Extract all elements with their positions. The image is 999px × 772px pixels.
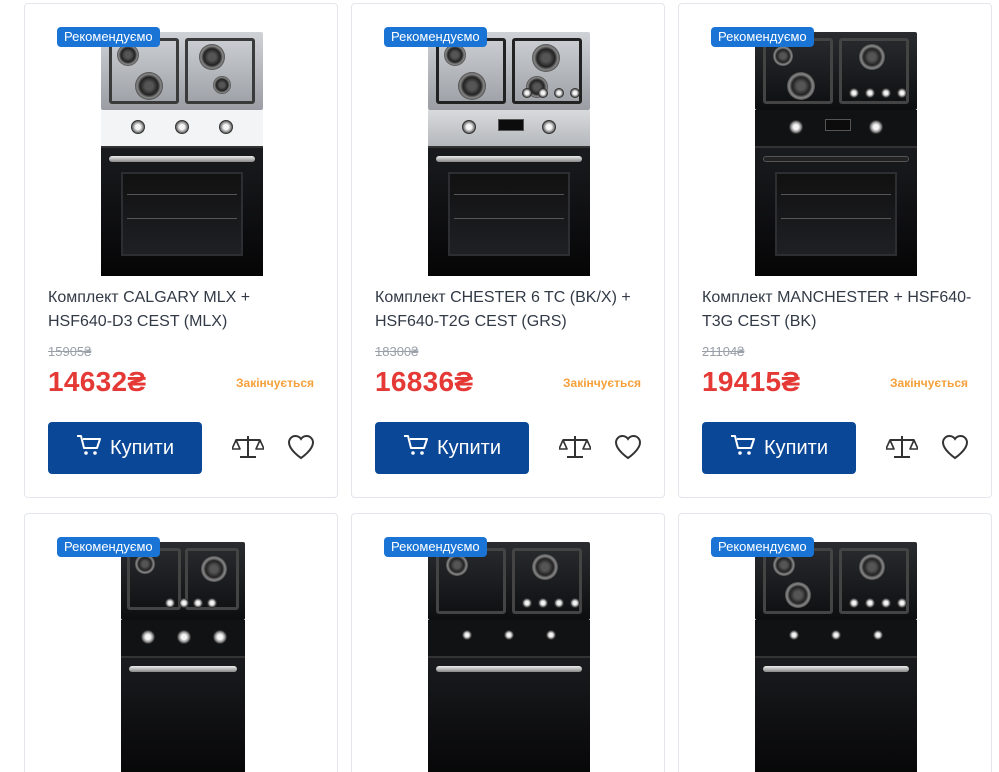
- recommended-badge: Рекомендуємо: [57, 27, 160, 47]
- buy-button-label: Купити: [764, 436, 828, 459]
- buy-button-label: Купити: [437, 436, 501, 459]
- product-card[interactable]: Рекомендуємо: [678, 3, 992, 498]
- compare-button[interactable]: [885, 433, 919, 466]
- old-price: 18300₴: [375, 344, 419, 359]
- heart-icon: [941, 434, 969, 465]
- product-image[interactable]: [408, 538, 628, 772]
- recommended-badge: Рекомендуємо: [384, 537, 487, 557]
- buy-button[interactable]: Купити: [375, 422, 529, 474]
- current-price: 16836₴: [375, 366, 474, 397]
- recommended-badge: Рекомендуємо: [711, 27, 814, 47]
- scales-compare-icon: [885, 433, 919, 466]
- wishlist-button[interactable]: [940, 434, 970, 464]
- product-card[interactable]: Рекомендуємо: [678, 513, 992, 772]
- product-card[interactable]: Рекомендуємо: [24, 513, 338, 772]
- scales-compare-icon: [231, 433, 265, 466]
- cooker-illustration: [101, 32, 263, 276]
- product-card[interactable]: Рекомендуємо: [24, 3, 338, 498]
- current-price: 19415₴: [702, 366, 801, 397]
- wishlist-button[interactable]: [286, 434, 316, 464]
- product-image[interactable]: [81, 538, 301, 772]
- cooker-illustration: [428, 542, 590, 772]
- compare-button[interactable]: [558, 433, 592, 466]
- stock-status: Закінчується: [236, 376, 314, 390]
- current-price: 14632₴: [48, 366, 147, 397]
- product-image[interactable]: [735, 538, 955, 772]
- product-name[interactable]: Комплект CHESTER 6 TC (BK/X) + HSF640-T2…: [375, 286, 645, 334]
- cooker-illustration: [755, 32, 917, 276]
- scales-compare-icon: [558, 433, 592, 466]
- recommended-badge: Рекомендуємо: [57, 537, 160, 557]
- buy-button-label: Купити: [110, 436, 174, 459]
- old-price: 21104₴: [702, 344, 745, 359]
- cart-icon: [76, 434, 102, 462]
- cooker-illustration: [121, 542, 245, 772]
- compare-button[interactable]: [231, 433, 265, 466]
- product-image[interactable]: [81, 28, 301, 278]
- stock-status: Закінчується: [890, 376, 968, 390]
- cooker-illustration: [755, 542, 917, 772]
- heart-icon: [614, 434, 642, 465]
- buy-button[interactable]: Купити: [702, 422, 856, 474]
- heart-icon: [287, 434, 315, 465]
- wishlist-button[interactable]: [613, 434, 643, 464]
- cart-icon: [403, 434, 429, 462]
- product-card[interactable]: Рекомендуємо: [351, 3, 665, 498]
- product-image[interactable]: [735, 28, 955, 278]
- product-name[interactable]: Комплект CALGARY MLX + HSF640-D3 CEST (M…: [48, 286, 318, 334]
- buy-button[interactable]: Купити: [48, 422, 202, 474]
- product-image[interactable]: [408, 28, 628, 278]
- recommended-badge: Рекомендуємо: [384, 27, 487, 47]
- stock-status: Закінчується: [563, 376, 641, 390]
- recommended-badge: Рекомендуємо: [711, 537, 814, 557]
- cart-icon: [730, 434, 756, 462]
- old-price: 15905₴: [48, 344, 92, 359]
- product-card[interactable]: Рекомендуємо: [351, 513, 665, 772]
- product-name[interactable]: Комплект MANCHESTER + HSF640-T3G CEST (B…: [702, 286, 972, 334]
- cooker-illustration: [428, 32, 590, 276]
- product-grid: Рекомендуємо Комплект CALGARY MLX + HSF6…: [0, 0, 999, 772]
